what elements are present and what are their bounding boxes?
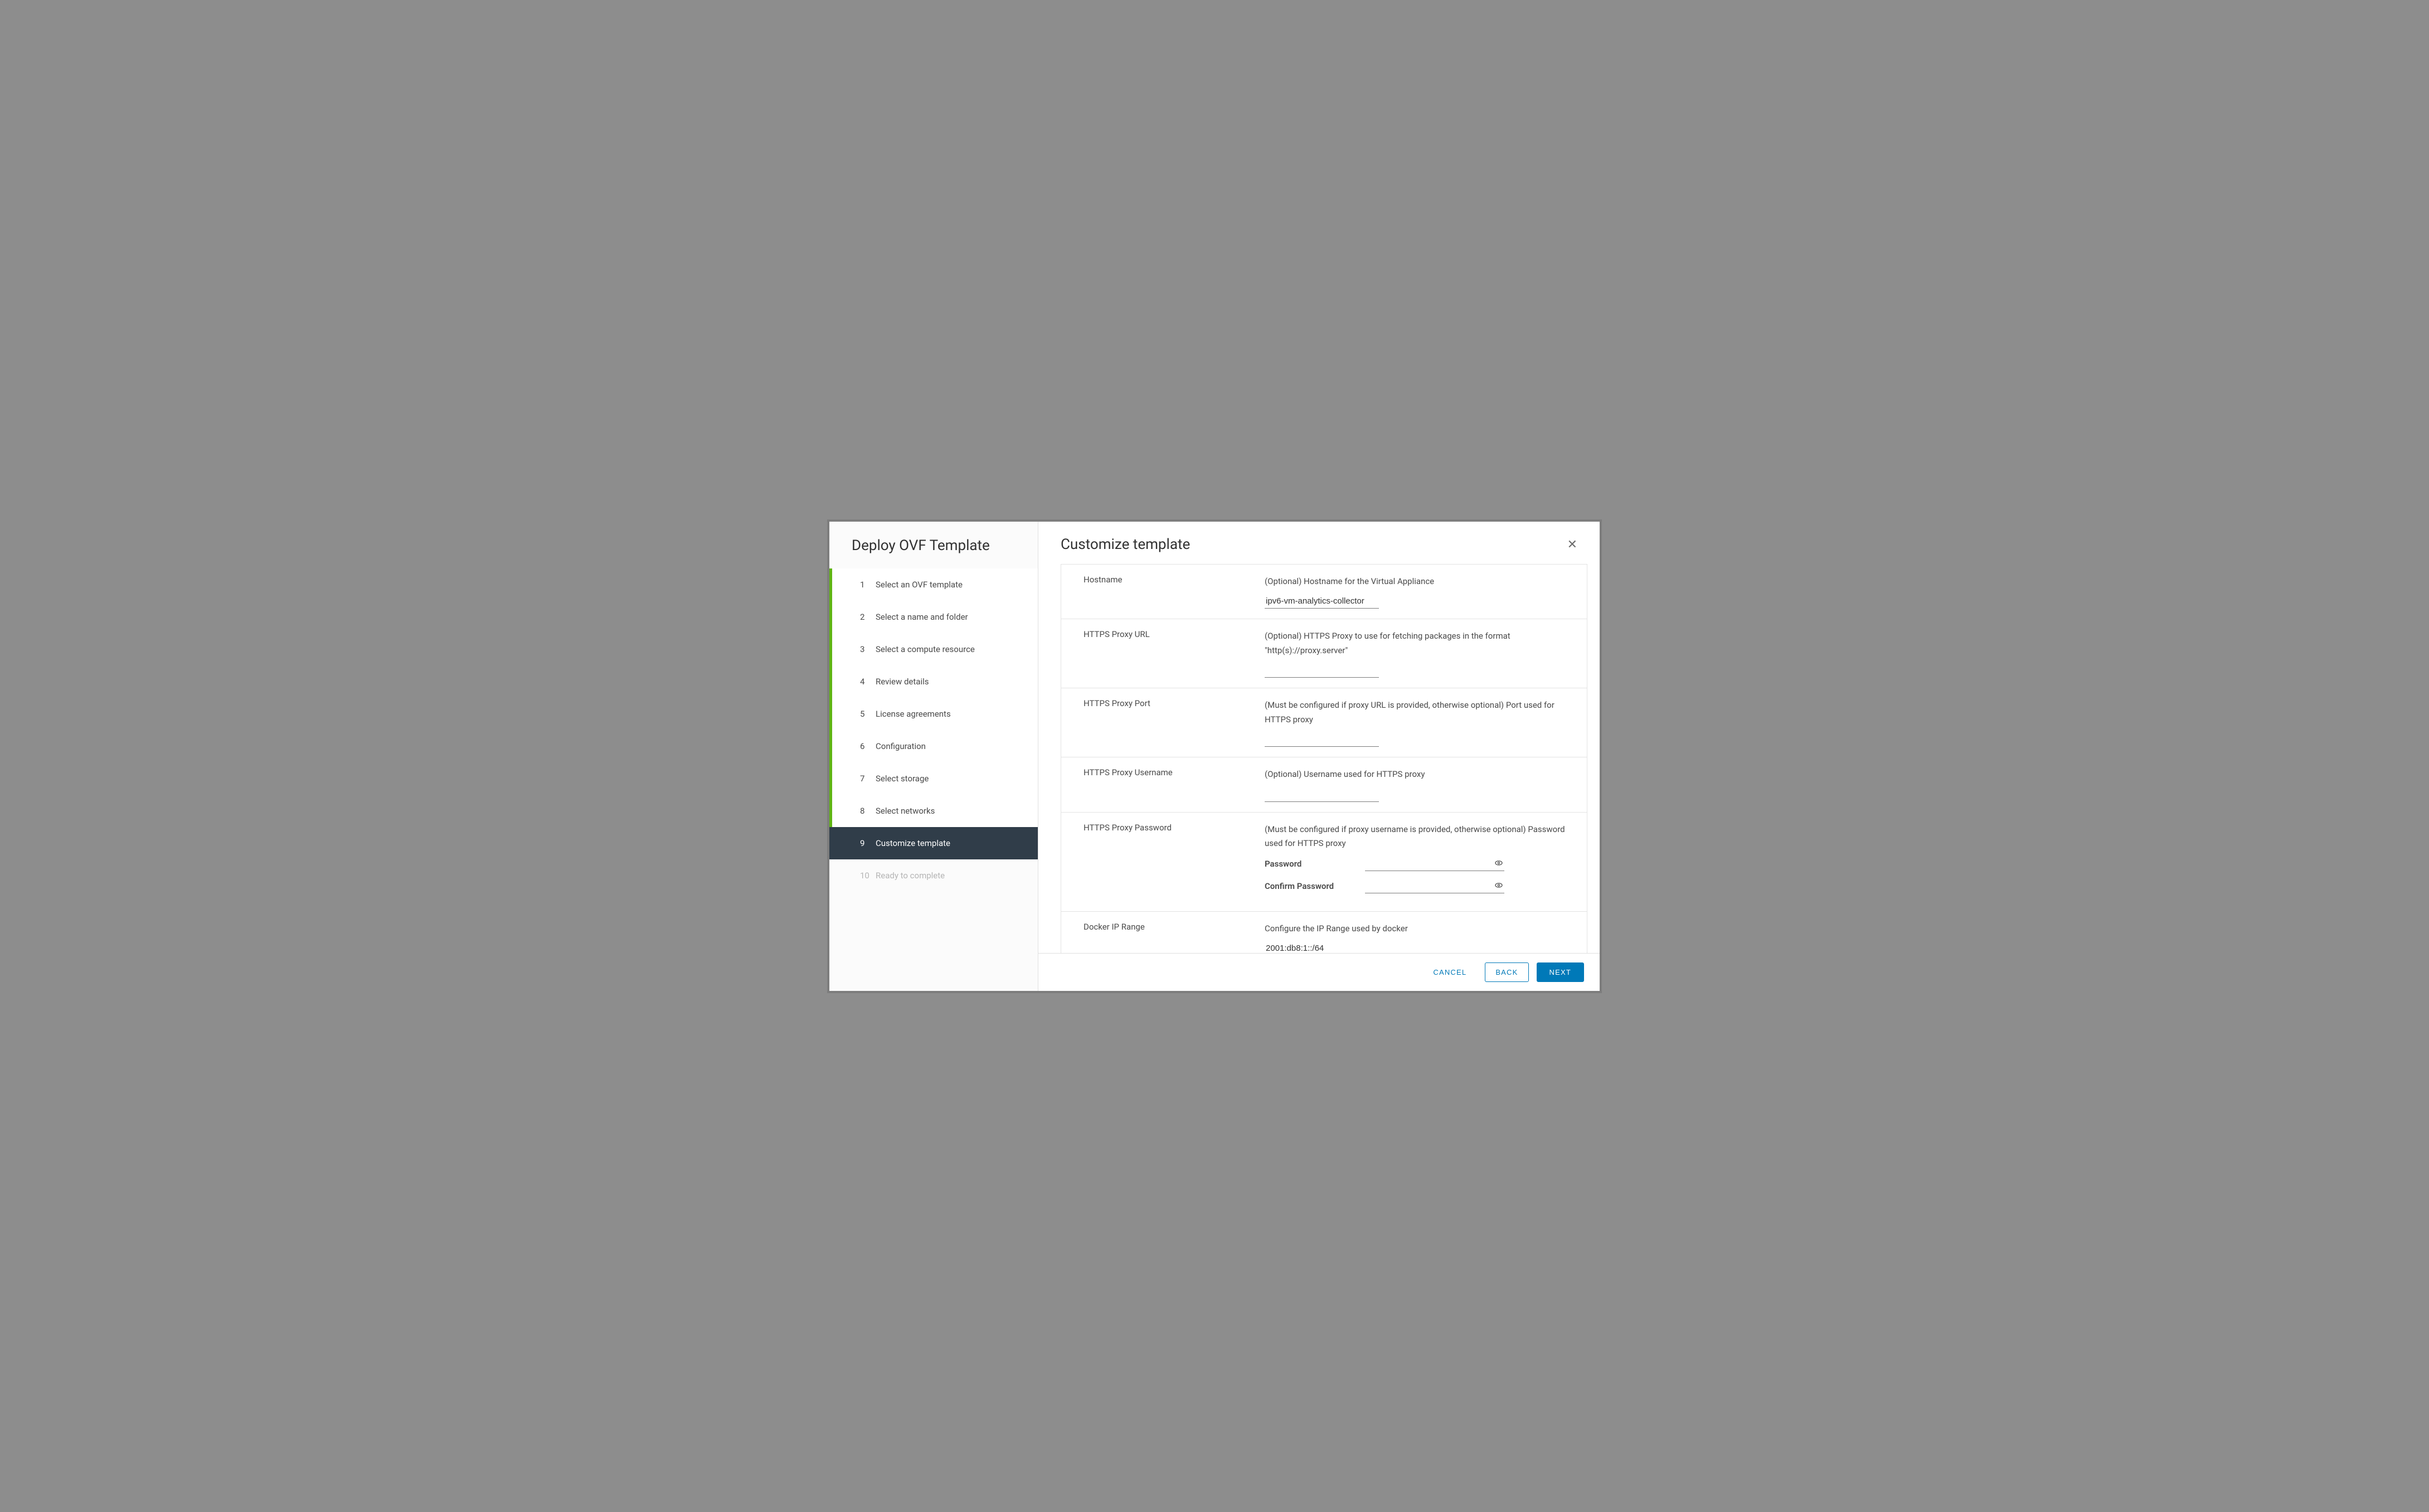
wizard-sidebar: Deploy OVF Template 1 Select an OVF temp… (829, 522, 1038, 991)
wizard-step-label: License agreements (876, 709, 951, 719)
wizard-step-label: Configuration (876, 741, 926, 751)
close-button[interactable]: ✕ (1567, 538, 1577, 551)
wizard-step-compute[interactable]: 3 Select a compute resource (829, 633, 1038, 665)
proxy-port-input[interactable] (1265, 732, 1379, 747)
password-block: Password (1265, 857, 1570, 871)
page-title: Customize template (1061, 536, 1190, 553)
confirm-password-block: Confirm Password (1265, 879, 1570, 893)
wizard-step-configuration[interactable]: 6 Configuration (829, 730, 1038, 762)
row-proxy-user: HTTPS Proxy Username (Optional) Username… (1061, 757, 1587, 812)
label-proxy-pass: HTTPS Proxy Password (1061, 820, 1259, 903)
wizard-step-label: Select a compute resource (876, 644, 975, 654)
label-docker-range: Docker IP Range (1061, 920, 1259, 953)
wizard-step-num: 7 (860, 774, 876, 784)
wizard-step-num: 9 (860, 838, 876, 848)
wizard-step-storage[interactable]: 7 Select storage (829, 762, 1038, 795)
wizard-step-num: 4 (860, 677, 876, 687)
value-hostname: (Optional) Hostname for the Virtual Appl… (1259, 572, 1587, 611)
row-hostname: Hostname (Optional) Hostname for the Vir… (1061, 564, 1587, 619)
hostname-input[interactable] (1265, 594, 1379, 609)
desc-docker-range: Configure the IP Range used by docker (1265, 922, 1570, 936)
label-proxy-port: HTTPS Proxy Port (1061, 696, 1259, 749)
next-button[interactable]: NEXT (1537, 962, 1584, 982)
password-input[interactable] (1365, 857, 1504, 871)
wizard-step-license[interactable]: 5 License agreements (829, 698, 1038, 730)
back-button[interactable]: BACK (1485, 962, 1528, 982)
wizard-step-label: Select a name and folder (876, 612, 968, 622)
value-proxy-port: (Must be configured if proxy URL is prov… (1259, 696, 1587, 749)
cancel-button[interactable]: CANCEL (1422, 962, 1477, 982)
desc-proxy-port: (Must be configured if proxy URL is prov… (1265, 698, 1570, 727)
wizard-step-label: Select an OVF template (876, 580, 963, 590)
wizard-step-num: 6 (860, 741, 876, 751)
form-table: Hostname (Optional) Hostname for the Vir… (1061, 564, 1587, 953)
deploy-ovf-dialog: Deploy OVF Template 1 Select an OVF temp… (827, 519, 1602, 993)
wizard-steps: 1 Select an OVF template 2 Select a name… (829, 568, 1038, 892)
wizard-title: Deploy OVF Template (829, 537, 1038, 568)
confirm-password-input[interactable] (1365, 879, 1504, 893)
content-pane: Customize template ✕ Hostname (Optional)… (1038, 522, 1600, 991)
wizard-step-label: Select networks (876, 806, 935, 816)
wizard-step-num: 8 (860, 806, 876, 816)
dialog-footer: CANCEL BACK NEXT (1038, 953, 1600, 991)
wizard-step-label: Ready to complete (876, 871, 945, 881)
wizard-step-networks[interactable]: 8 Select networks (829, 795, 1038, 827)
wizard-step-label: Customize template (876, 838, 950, 848)
label-hostname: Hostname (1061, 572, 1259, 611)
proxy-url-input[interactable] (1265, 663, 1379, 678)
wizard-step-label: Review details (876, 677, 929, 687)
password-label: Password (1265, 859, 1365, 869)
value-proxy-url: (Optional) HTTPS Proxy to use for fetchi… (1259, 627, 1587, 680)
label-proxy-url: HTTPS Proxy URL (1061, 627, 1259, 680)
wizard-step-label: Select storage (876, 774, 929, 784)
label-proxy-user: HTTPS Proxy Username (1061, 765, 1259, 804)
wizard-step-ready: 10 Ready to complete (829, 859, 1038, 892)
wizard-step-select-ovf[interactable]: 1 Select an OVF template (829, 568, 1038, 601)
row-proxy-port: HTTPS Proxy Port (Must be configured if … (1061, 688, 1587, 757)
wizard-step-name-folder[interactable]: 2 Select a name and folder (829, 601, 1038, 633)
row-proxy-pass: HTTPS Proxy Password (Must be configured… (1061, 812, 1587, 911)
wizard-step-review[interactable]: 4 Review details (829, 665, 1038, 698)
wizard-step-num: 3 (860, 644, 876, 654)
value-docker-range: Configure the IP Range used by docker (1259, 920, 1587, 953)
form-scroll[interactable]: Hostname (Optional) Hostname for the Vir… (1038, 564, 1587, 953)
desc-proxy-user: (Optional) Username used for HTTPS proxy (1265, 767, 1570, 782)
close-icon: ✕ (1567, 537, 1577, 551)
docker-range-input[interactable] (1265, 941, 1379, 953)
value-proxy-user: (Optional) Username used for HTTPS proxy (1259, 765, 1587, 804)
row-docker-range: Docker IP Range Configure the IP Range u… (1061, 911, 1587, 953)
password-input-wrap (1365, 857, 1504, 871)
wizard-step-num: 1 (860, 580, 876, 590)
desc-proxy-pass: (Must be configured if proxy username is… (1265, 823, 1570, 851)
wizard-step-num: 2 (860, 612, 876, 622)
wizard-step-customize[interactable]: 9 Customize template (829, 827, 1038, 859)
desc-hostname: (Optional) Hostname for the Virtual Appl… (1265, 575, 1570, 589)
confirm-password-label: Confirm Password (1265, 881, 1365, 891)
row-proxy-url: HTTPS Proxy URL (Optional) HTTPS Proxy t… (1061, 619, 1587, 688)
dialog-body: Deploy OVF Template 1 Select an OVF temp… (829, 522, 1600, 991)
eye-icon[interactable] (1494, 858, 1503, 867)
value-proxy-pass: (Must be configured if proxy username is… (1259, 820, 1587, 903)
desc-proxy-url: (Optional) HTTPS Proxy to use for fetchi… (1265, 629, 1570, 658)
wizard-step-num: 5 (860, 709, 876, 719)
wizard-step-num: 10 (860, 871, 876, 881)
form-scroll-wrap: Hostname (Optional) Hostname for the Vir… (1038, 564, 1600, 953)
content-header: Customize template ✕ (1038, 522, 1600, 564)
eye-icon[interactable] (1494, 881, 1503, 889)
confirm-password-input-wrap (1365, 879, 1504, 893)
proxy-user-input[interactable] (1265, 787, 1379, 802)
